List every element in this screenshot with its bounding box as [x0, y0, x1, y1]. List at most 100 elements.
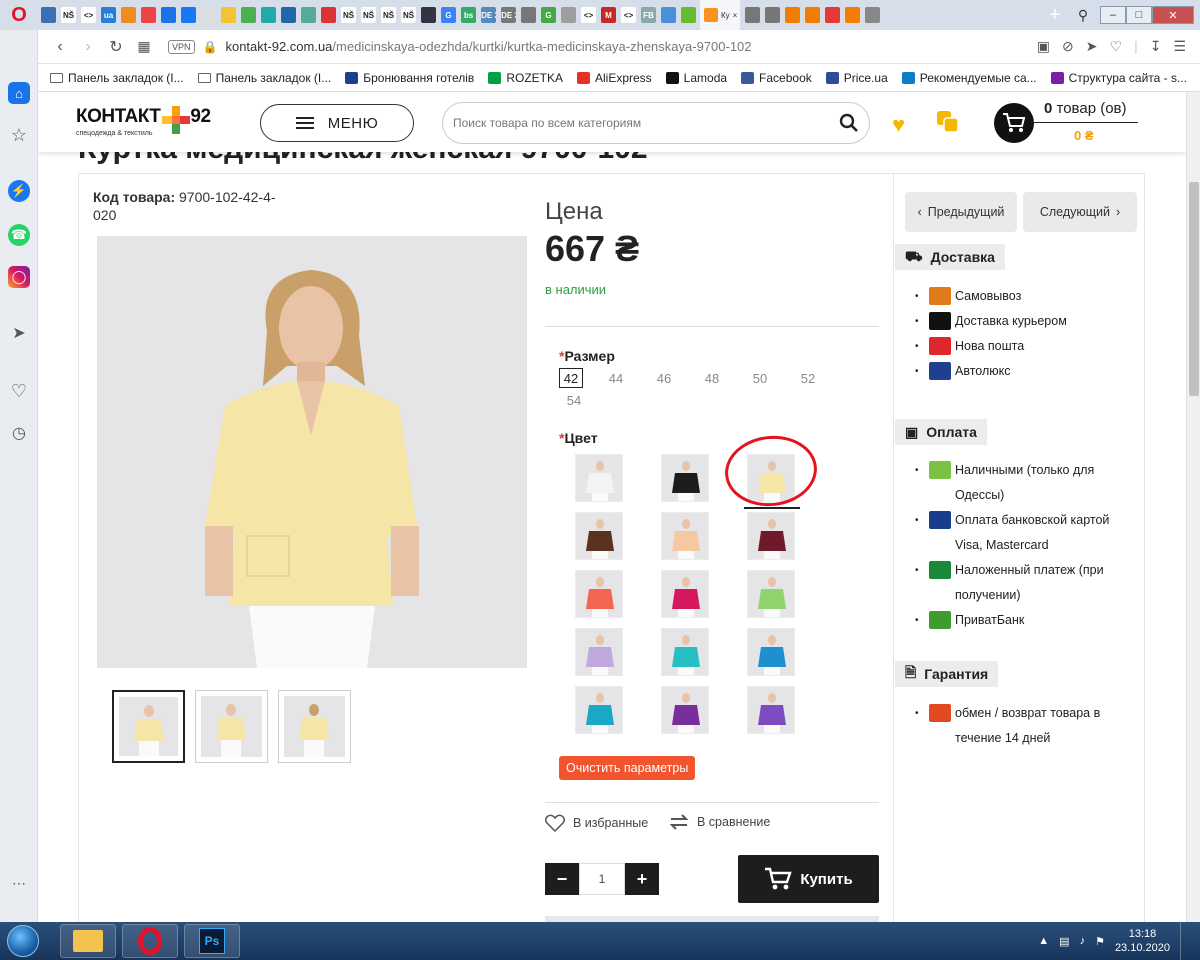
messenger-icon[interactable]: ⚡ [8, 180, 30, 202]
browser-tab[interactable]: bs [461, 7, 476, 23]
color-swatch-light-green[interactable] [747, 570, 795, 618]
browser-tab[interactable] [241, 7, 256, 23]
cart-button[interactable] [994, 103, 1034, 143]
browser-tab[interactable] [321, 7, 336, 23]
share-icon[interactable]: ➤ [1086, 38, 1098, 55]
clock[interactable]: 13:18 23.10.2020 [1115, 927, 1170, 955]
size-option-42[interactable]: 42 [559, 368, 583, 388]
bookmark-item[interactable]: Facebook [741, 71, 812, 85]
flag-icon[interactable]: ⚑ [1095, 935, 1105, 948]
instagram-icon[interactable]: ◯ [8, 266, 30, 288]
buy-button[interactable]: Купить [738, 855, 879, 903]
color-swatch-violet[interactable] [747, 686, 795, 734]
star-icon[interactable]: ☆ [8, 124, 30, 146]
bookmark-item[interactable]: Бронювання готелів [345, 71, 474, 85]
browser-tab[interactable] [301, 7, 316, 23]
add-to-compare-link[interactable]: В сравнение [669, 814, 770, 830]
color-swatch-white[interactable] [575, 454, 623, 502]
start-button[interactable] [0, 922, 46, 960]
browser-tab[interactable] [561, 7, 576, 23]
network-icon[interactable]: ▤ [1059, 935, 1069, 948]
browser-tab[interactable] [865, 7, 880, 23]
bookmark-item[interactable]: Lamoda [665, 71, 727, 85]
taskbar-photoshop[interactable]: Ps [184, 924, 240, 958]
browser-tab[interactable]: FB [641, 7, 656, 23]
history-icon[interactable]: ◷ [8, 422, 30, 444]
browser-tab-active[interactable]: Ку × [700, 0, 740, 30]
scrollbar-thumb[interactable] [1189, 182, 1199, 396]
browser-tab[interactable] [785, 7, 800, 23]
browser-tab[interactable] [141, 7, 156, 23]
prev-product-button[interactable]: ‹ Предыдущий [905, 192, 1017, 232]
thumbnail-1[interactable] [112, 690, 185, 763]
color-swatch-lavender[interactable] [575, 628, 623, 676]
browser-tab[interactable]: NŠ [381, 7, 396, 23]
browser-tab[interactable] [221, 7, 236, 23]
reload-button[interactable]: ↻ [102, 37, 130, 57]
thumbnail-3[interactable] [278, 690, 351, 763]
forward-button[interactable]: › [74, 38, 102, 56]
browser-tab[interactable] [805, 7, 820, 23]
minimize-button[interactable]: – [1100, 6, 1126, 24]
clear-params-button[interactable]: Очистить параметры [559, 756, 696, 780]
more-icon[interactable]: ⋯ [8, 872, 30, 894]
browser-tab[interactable] [765, 7, 780, 23]
cart-count[interactable]: 0 товар (ов) [1044, 100, 1127, 117]
close-window-button[interactable]: ✕ [1152, 6, 1194, 24]
search-input[interactable] [453, 116, 829, 130]
bookmark-heart-icon[interactable]: ♡ [1110, 38, 1123, 55]
bookmark-item[interactable]: Рекомендуемые са... [901, 71, 1037, 85]
search-icon[interactable] [829, 113, 869, 133]
qty-plus-button[interactable]: + [625, 863, 659, 895]
browser-tab[interactable]: <> [81, 7, 96, 23]
browser-tab[interactable] [41, 7, 56, 23]
browser-tab[interactable]: NŠ [61, 7, 76, 23]
browser-tab[interactable] [161, 7, 176, 23]
browser-tab[interactable]: ua [101, 7, 116, 23]
browser-tab[interactable]: NŠ [361, 7, 376, 23]
color-swatch-turquoise[interactable] [661, 628, 709, 676]
volume-icon[interactable]: ♪ [1080, 935, 1086, 947]
browser-tab[interactable]: M [601, 7, 616, 23]
browser-tab[interactable]: G [441, 7, 456, 23]
browser-tab[interactable]: <> [581, 7, 596, 23]
site-logo[interactable]: КОНТАКТ 92 спецодежда & текстиль [76, 106, 216, 140]
opera-logo-icon[interactable]: O [0, 0, 38, 30]
wishlist-heart-icon[interactable]: ♥ [892, 112, 905, 138]
tabs-grid-icon[interactable]: ▦ [130, 38, 158, 55]
taskbar-opera[interactable] [122, 924, 178, 958]
speed-dial-icon[interactable]: ⌂ [8, 82, 30, 104]
bookmark-item[interactable]: Структура сайта - s... [1050, 71, 1187, 85]
page-scrollbar[interactable] [1186, 92, 1200, 922]
browser-tab[interactable]: <> [621, 7, 636, 23]
browser-tab[interactable] [281, 7, 296, 23]
size-option-52[interactable]: 52 [793, 368, 823, 388]
thumbnail-2[interactable] [195, 690, 268, 763]
lock-icon[interactable]: 🔒 [203, 40, 218, 54]
qty-minus-button[interactable]: − [545, 863, 579, 895]
color-swatch-raspberry[interactable] [661, 570, 709, 618]
color-swatch-aqua[interactable] [575, 686, 623, 734]
browser-tab[interactable] [681, 7, 696, 23]
browser-tab[interactable] [421, 7, 436, 23]
url-field[interactable]: kontakt-92.com.ua/medicinskaya-odezhda/k… [225, 39, 1036, 54]
color-swatch-burgundy[interactable] [747, 512, 795, 560]
color-swatch-blue[interactable] [747, 628, 795, 676]
color-swatch-peach[interactable] [661, 512, 709, 560]
maximize-button[interactable]: □ [1126, 6, 1152, 24]
tab-close-icon[interactable]: × [733, 11, 738, 20]
browser-tab[interactable] [521, 7, 536, 23]
browser-tab[interactable]: NŠ [401, 7, 416, 23]
browser-tab[interactable] [201, 7, 216, 23]
browser-tab[interactable] [261, 7, 276, 23]
browser-tab[interactable] [181, 7, 196, 23]
size-option-54[interactable]: 54 [559, 390, 589, 410]
bookmark-item[interactable]: Панель закладок (I... [50, 71, 184, 85]
whatsapp-icon[interactable]: ☎ [8, 224, 30, 246]
product-main-image[interactable] [97, 236, 527, 668]
browser-tab[interactable]: CODE 304 [501, 7, 516, 23]
vpn-badge[interactable]: VPN [168, 39, 195, 54]
color-swatch-purple[interactable] [661, 686, 709, 734]
size-option-46[interactable]: 46 [649, 368, 679, 388]
browser-tab[interactable]: G [541, 7, 556, 23]
